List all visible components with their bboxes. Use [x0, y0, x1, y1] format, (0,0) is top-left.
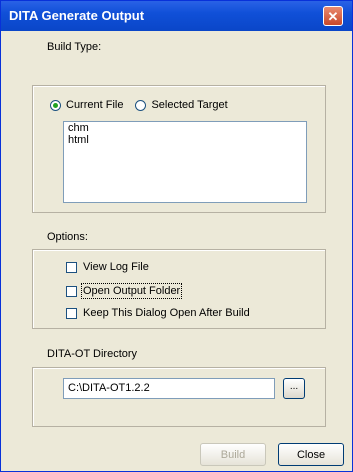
window-title: DITA Generate Output: [9, 8, 145, 23]
open-output-checkbox[interactable]: [66, 285, 77, 297]
radio-current-file-label[interactable]: Current File: [66, 99, 123, 111]
view-log-checkbox[interactable]: [66, 261, 77, 273]
radio-current-file[interactable]: [50, 99, 61, 111]
target-listbox[interactable]: chm html: [63, 121, 307, 203]
keep-open-label[interactable]: Keep This Dialog Open After Build: [83, 307, 250, 319]
list-item[interactable]: chm: [64, 122, 306, 134]
view-log-label[interactable]: View Log File: [83, 261, 149, 273]
browse-button[interactable]: ...: [283, 378, 305, 399]
ditaot-path-input[interactable]: C:\DITA-OT1.2.2: [63, 378, 275, 399]
ditaot-label: DITA-OT Directory: [47, 348, 138, 360]
open-output-row: Open Output Folder: [66, 283, 183, 299]
radio-selected-target[interactable]: [135, 99, 147, 111]
keep-open-row: Keep This Dialog Open After Build: [66, 307, 250, 319]
close-button[interactable]: Close: [278, 443, 344, 466]
open-output-label[interactable]: Open Output Folder: [80, 283, 183, 299]
keep-open-checkbox[interactable]: [66, 307, 77, 319]
close-icon: ✕: [327, 8, 339, 24]
radio-selected-target-label[interactable]: Selected Target: [151, 99, 227, 111]
close-window-button[interactable]: ✕: [323, 6, 343, 26]
build-type-label: Build Type:: [47, 41, 102, 53]
title-bar[interactable]: DITA Generate Output ✕: [1, 1, 352, 31]
view-log-row: View Log File: [66, 261, 149, 273]
build-button-label: Build: [220, 448, 246, 461]
list-item[interactable]: html: [64, 134, 306, 146]
dialog-window: DITA Generate Output ✕ Build Type: Curre…: [0, 0, 353, 472]
build-type-radios: Current File Selected Target: [50, 99, 228, 111]
close-button-label: Close: [296, 448, 326, 461]
options-label: Options:: [47, 231, 88, 243]
build-button[interactable]: Build: [200, 443, 266, 466]
